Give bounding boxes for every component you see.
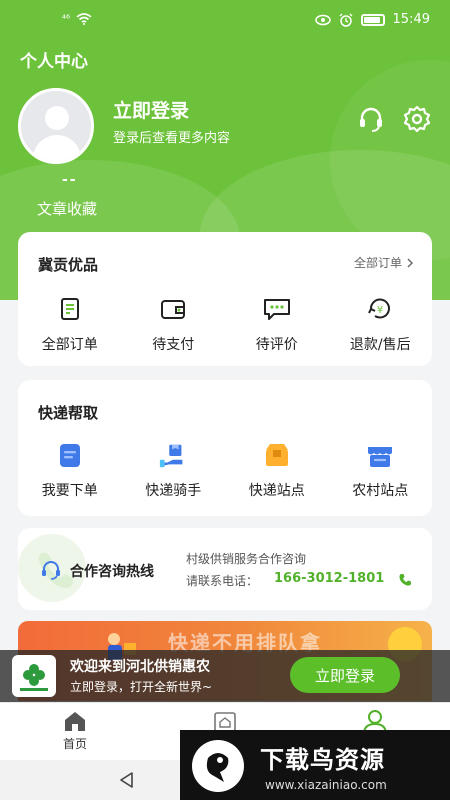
status-bar: ⁴⁶ 15:49 xyxy=(0,0,450,42)
hotline-phone-prefix: 请联系电话： xyxy=(186,574,259,588)
clipboard-icon xyxy=(55,440,85,470)
headset-icon[interactable] xyxy=(356,104,386,134)
battery-icon xyxy=(360,13,385,26)
promo-subtitle: 立即登录，打开全新世界~ xyxy=(70,680,213,694)
wallet-icon xyxy=(158,294,188,324)
express-card: 快递帮取 我要下单 快递骑手 快递站点 农村站点 xyxy=(18,380,432,516)
order-refund[interactable]: ¥ 退款/售后 xyxy=(329,294,433,354)
watermark-title: 下载鸟资源 xyxy=(260,746,385,774)
login-promo-bar: 欢迎来到河北供销惠农 立即登录，打开全新世界~ 立即登录 xyxy=(0,650,450,702)
express-place-order-label: 我要下单 xyxy=(41,483,98,499)
collect-label[interactable]: 文章收藏 xyxy=(37,198,97,219)
scroll-icon xyxy=(55,294,85,324)
express-rider[interactable]: 快递骑手 xyxy=(122,440,226,500)
gear-icon[interactable] xyxy=(402,104,432,134)
tab-home[interactable]: 首页 xyxy=(45,709,105,752)
express-station[interactable]: 快递站点 xyxy=(225,440,329,500)
promo-title: 欢迎来到河北供销惠农 xyxy=(70,659,210,675)
promo-login-button[interactable]: 立即登录 xyxy=(290,657,400,693)
status-time: 15:49 xyxy=(392,12,430,27)
order-all[interactable]: 全部订单 xyxy=(18,294,122,354)
watermark-url: www.xiazainiao.com xyxy=(265,778,387,792)
hand-package-icon xyxy=(158,440,188,470)
order-all-label: 全部订单 xyxy=(41,337,98,353)
hotline-description: 村级供销服务合作咨询 xyxy=(186,552,307,566)
page-title: 个人中心 xyxy=(20,52,88,72)
site-watermark: 下载鸟资源 www.xiazainiao.com xyxy=(180,730,450,800)
store-icon xyxy=(365,440,395,470)
order-pending-payment[interactable]: 待支付 xyxy=(122,294,226,354)
orders-card-title: 冀贡优品 xyxy=(38,256,99,274)
rural-station[interactable]: 农村站点 xyxy=(329,440,433,500)
order-pending-review-label: 待评价 xyxy=(255,337,298,353)
headset-service-icon xyxy=(42,561,60,580)
tab-home-label: 首页 xyxy=(62,737,87,751)
cooperative-logo xyxy=(12,655,56,697)
eye-icon xyxy=(314,14,331,25)
express-place-order[interactable]: 我要下单 xyxy=(18,440,122,500)
svg-text:¥: ¥ xyxy=(377,305,383,316)
home-icon xyxy=(65,712,85,731)
alarm-icon xyxy=(339,13,352,27)
order-pending-payment-label: 待支付 xyxy=(152,337,195,353)
signal-indicator: ⁴⁶ xyxy=(62,13,71,25)
express-station-label: 快递站点 xyxy=(248,483,305,499)
orders-card: 冀贡优品 全部订单 全部订单 待支付 待评价 ¥ 退款/售后 xyxy=(18,232,432,366)
hotline-phone[interactable]: 166-3012-1801 xyxy=(274,571,384,586)
yen-refund-icon: ¥ xyxy=(365,294,395,324)
chevron-right-icon xyxy=(407,258,413,267)
order-pending-review[interactable]: 待评价 xyxy=(225,294,329,354)
order-refund-label: 退款/售后 xyxy=(349,337,411,353)
back-triangle-icon[interactable] xyxy=(118,771,136,789)
express-rider-label: 快递骑手 xyxy=(145,483,202,499)
all-orders-label: 全部订单 xyxy=(353,256,402,270)
express-card-title: 快递帮取 xyxy=(38,404,99,422)
wifi-icon xyxy=(76,13,92,25)
parcel-box-icon xyxy=(262,440,292,470)
login-subtitle: 登录后查看更多内容 xyxy=(113,131,231,146)
hotline-card[interactable]: 合作咨询热线 村级供销服务合作咨询 请联系电话： 166-3012-1801 xyxy=(18,528,432,610)
collect-count: -- xyxy=(62,172,78,188)
phone-icon[interactable] xyxy=(398,573,412,587)
chat-bubble-icon xyxy=(262,294,292,324)
hotline-label: 合作咨询热线 xyxy=(70,564,154,580)
bird-logo-icon xyxy=(192,740,244,792)
rural-station-label: 农村站点 xyxy=(352,483,409,499)
avatar[interactable] xyxy=(18,88,94,164)
all-orders-link[interactable]: 全部订单 xyxy=(354,254,414,271)
login-title[interactable]: 立即登录 xyxy=(113,96,189,123)
